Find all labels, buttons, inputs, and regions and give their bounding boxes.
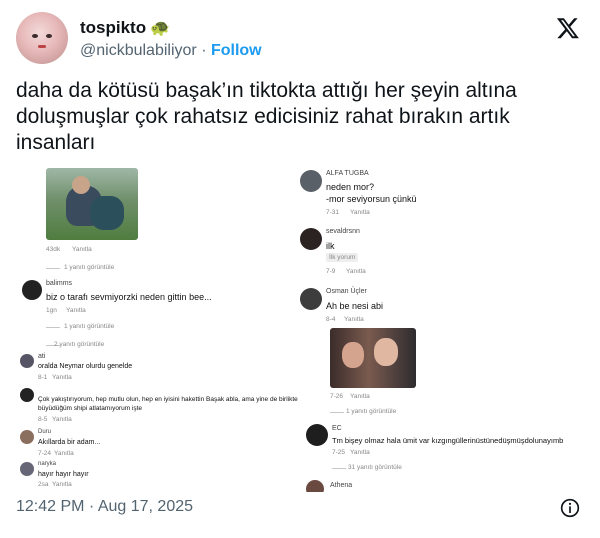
turtle-emoji: 🐢 bbox=[150, 20, 171, 37]
comment-time: 7-26 bbox=[330, 393, 344, 400]
couple-photo bbox=[330, 328, 416, 388]
reply-link[interactable]: Yanıtla bbox=[52, 374, 72, 381]
comment-text: Ah be nesi abi bbox=[326, 301, 384, 311]
commenter-avatar[interactable] bbox=[20, 462, 34, 476]
commenter-avatar[interactable] bbox=[22, 280, 42, 300]
commenter-name[interactable]: ALFA TUGBA bbox=[326, 170, 369, 177]
comment-text: ilk bbox=[326, 241, 335, 251]
comment-text: neden mor? bbox=[326, 182, 375, 192]
commenter-avatar[interactable] bbox=[300, 288, 322, 310]
view-replies[interactable]: 1 yanıtı görüntüle bbox=[346, 408, 396, 415]
follow-button[interactable]: Follow bbox=[211, 42, 262, 59]
separator: · bbox=[201, 42, 207, 59]
comment-time: 8-1 bbox=[38, 374, 48, 381]
comment-text: hayır hayır hayır bbox=[38, 471, 89, 478]
comment-text: oralda Neymar olurdu genelde bbox=[38, 363, 133, 370]
embedded-screenshot-left[interactable]: 43dk Yanıtla 1 yanıtı görüntüle balimms … bbox=[16, 162, 306, 492]
reply-link[interactable]: Yanıtla bbox=[52, 481, 72, 488]
post-time: 43dk bbox=[46, 246, 61, 253]
commenter-name[interactable]: Duru bbox=[38, 429, 51, 435]
comment-text: Tm bişey olmaz hala ümit var kızgıngülle… bbox=[332, 436, 564, 445]
embedded-screenshot-right[interactable]: ALFA TUGBA neden mor? -mor seviyorsun çü… bbox=[298, 162, 584, 492]
commenter-avatar[interactable] bbox=[306, 424, 328, 446]
view-replies[interactable]: 1 yanıtı görüntüle bbox=[64, 264, 114, 271]
comment-text: biz o tarafı sevmiyorzki neden gittin be… bbox=[46, 292, 212, 302]
couple-photo bbox=[46, 168, 138, 240]
comment-time: 7-31 bbox=[326, 209, 340, 216]
handle-row: @nickbulabiliyor · Follow bbox=[80, 42, 262, 60]
reply-link[interactable]: Yanıtla bbox=[350, 449, 370, 456]
view-replies[interactable]: 31 yanıtı görüntüle bbox=[348, 464, 402, 471]
reply-link[interactable]: Yanıtla bbox=[52, 416, 72, 423]
reply-link[interactable]: Yanıtla bbox=[72, 246, 92, 253]
comment-time: 1gn bbox=[46, 307, 57, 314]
commenter-name[interactable]: balimms bbox=[46, 280, 72, 287]
commenter-avatar[interactable] bbox=[300, 228, 322, 250]
commenter-name[interactable]: Athena bbox=[330, 482, 352, 489]
tweet-header: tospikto 🐢 @nickbulabiliyor · Follow bbox=[16, 12, 584, 68]
display-name-row[interactable]: tospikto 🐢 bbox=[80, 18, 170, 38]
tweet-timestamp[interactable]: 12:42 PM · Aug 17, 2025 bbox=[16, 498, 193, 516]
comment-text: büyüdüğüm shipi atlatamıyorum işte bbox=[38, 405, 143, 412]
comment-text: Akıllarda bir adam... bbox=[38, 439, 101, 446]
first-comment-badge: İlk yorum bbox=[326, 253, 359, 262]
tweet-text: daha da kötüsü başak’ın tiktokta attığı … bbox=[16, 79, 517, 154]
reply-link[interactable]: Yanıtla bbox=[350, 209, 370, 216]
comment-time: 7-9 bbox=[326, 268, 336, 275]
info-icon[interactable] bbox=[560, 498, 580, 518]
comment-time: 2sa bbox=[38, 481, 49, 488]
commenter-avatar[interactable] bbox=[20, 430, 34, 444]
reply-link[interactable]: Yanıtla bbox=[346, 268, 366, 275]
reply-link[interactable]: Yanıtla bbox=[54, 450, 74, 457]
comment-text: -mor seviyorsun çünkü bbox=[326, 194, 417, 204]
commenter-avatar[interactable] bbox=[300, 170, 322, 192]
x-logo-icon[interactable] bbox=[556, 16, 580, 40]
display-name[interactable]: tospikto bbox=[80, 18, 146, 37]
commenter-avatar[interactable] bbox=[20, 354, 34, 368]
commenter-name[interactable]: Osman Üçler bbox=[326, 288, 367, 295]
view-replies[interactable]: 1 yanıtı görüntüle bbox=[64, 323, 114, 330]
avatar[interactable] bbox=[16, 12, 68, 64]
comment-time: 7-24 bbox=[38, 450, 52, 457]
reply-link[interactable]: Yanıtla bbox=[344, 316, 364, 323]
comment-time: 8-4 bbox=[326, 316, 336, 323]
view-replies[interactable]: 2 yanıtı görüntüle bbox=[54, 341, 104, 348]
reply-link[interactable]: Yanıtla bbox=[350, 393, 370, 400]
commenter-name[interactable]: EC bbox=[332, 425, 342, 432]
commenter-avatar[interactable] bbox=[306, 480, 324, 492]
commenter-name[interactable]: sevaldrsnn bbox=[326, 228, 360, 235]
commenter-avatar[interactable] bbox=[20, 388, 34, 402]
comment-time: 7-25 bbox=[332, 449, 346, 456]
comment-text: Çok yakıştırıyorum, hep mutlu olun, hep … bbox=[38, 396, 298, 403]
commenter-name[interactable]: ati bbox=[38, 353, 45, 360]
comment-time: 8-5 bbox=[38, 416, 48, 423]
commenter-name[interactable]: naryka bbox=[38, 461, 56, 467]
reply-link[interactable]: Yanıtla bbox=[66, 307, 86, 314]
handle[interactable]: @nickbulabiliyor bbox=[80, 42, 197, 59]
